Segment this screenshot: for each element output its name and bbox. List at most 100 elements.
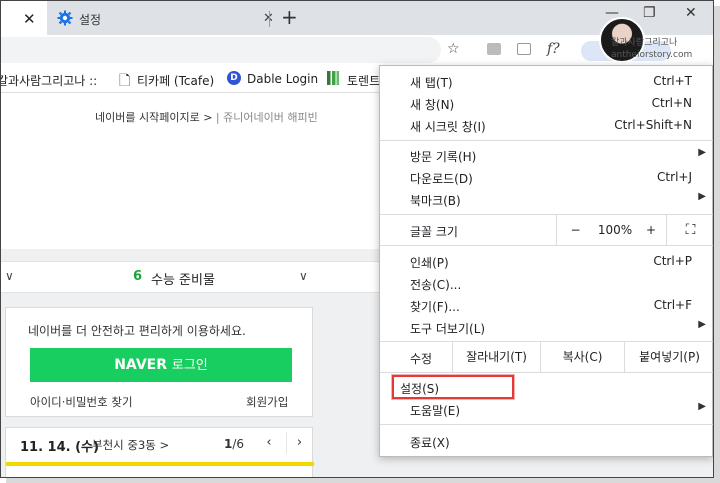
chevron-left-icon[interactable]: ‹ (256, 432, 282, 454)
watermark-line1: 칼과사람그리고나 (611, 38, 678, 48)
zoom-out-button[interactable]: − (556, 215, 594, 245)
weather-location[interactable]: 부천시 중3동 > (92, 437, 169, 453)
close-icon[interactable]: ✕ (23, 10, 36, 28)
menu-item-shortcut: Ctrl+T (653, 74, 692, 88)
menu-item-label: 전송(C)... (410, 278, 462, 292)
zoom-level: 100% (597, 223, 633, 237)
menu-cast[interactable]: 전송(C)... (380, 272, 713, 294)
submenu-arrow-icon: ▶ (698, 401, 706, 412)
menu-history[interactable]: 방문 기록(H) ▶ (380, 144, 713, 166)
menu-new-window[interactable]: 새 창(N) Ctrl+N (380, 92, 713, 114)
menu-settings[interactable]: 설정(S) (380, 376, 713, 398)
new-tab-button[interactable]: + (281, 5, 298, 29)
weather-accent-bar (6, 462, 314, 466)
weather-date: 11. 14. (수) (20, 440, 99, 455)
bookmark-item[interactable]: 칼과사람그리고나 :: (1, 72, 97, 89)
find-id-password-link[interactable]: 아이디·비밀번호 찾기 (30, 394, 133, 410)
menu-item-label: 북마크(B) (410, 194, 461, 208)
menu-new-tab[interactable]: 새 탭(T) Ctrl+T (380, 70, 713, 92)
zoom-label: 글꼴 크기 (410, 225, 458, 239)
menu-item-label: 다운로드(D) (410, 172, 473, 186)
trend-title[interactable]: 수능 준비물 (151, 269, 215, 288)
menu-item-shortcut: Ctrl+J (657, 170, 692, 184)
menu-item-label: 도구 더보기(L) (410, 322, 486, 336)
zoom-in-button[interactable]: + (636, 215, 666, 245)
happybean-link[interactable]: 해피빈 (287, 111, 317, 124)
star-icon[interactable]: ☆ (447, 41, 460, 57)
submenu-arrow-icon: ▶ (698, 191, 706, 202)
menu-print[interactable]: 인쇄(P) Ctrl+P (380, 250, 713, 272)
maximize-icon[interactable]: ❐ (643, 5, 656, 21)
extension-icon[interactable] (487, 43, 501, 55)
junior-naver-link[interactable]: 쥬니어네이버 (223, 111, 284, 124)
fullscreen-icon[interactable]: ⛶ (666, 215, 713, 245)
gear-icon (57, 10, 73, 26)
menu-item-label: 새 창(N) (410, 98, 455, 112)
bookmark-item[interactable]: 토렌트 (347, 72, 380, 89)
menu-downloads[interactable]: 다운로드(D) Ctrl+J (380, 166, 713, 188)
menu-divider (380, 245, 713, 246)
address-bar[interactable] (1, 37, 441, 63)
menu-item-label: 새 시크릿 창(I) (410, 120, 486, 134)
watermark: 칼과사람그리고나 antheiorstory.com (611, 37, 692, 61)
watermark-line2: antheiorstory.com (611, 50, 693, 60)
naver-login-button[interactable]: NAVER 로그인 (30, 348, 292, 382)
chevron-down-icon[interactable]: ∨ (5, 269, 14, 283)
menu-divider (380, 372, 713, 373)
menu-item-shortcut: Ctrl+Shift+N (614, 118, 692, 132)
login-label: 로그인 (171, 358, 208, 373)
menu-item-label: 종료(X) (410, 436, 450, 450)
weather-panel: 11. 14. (수) 부천시 중3동 > 1/6 ‹ › (5, 427, 314, 477)
menu-exit[interactable]: 종료(X) (380, 430, 713, 452)
menu-more-tools[interactable]: 도구 더보기(L) ▶ (380, 316, 713, 338)
menu-find[interactable]: 찾기(F)... Ctrl+F (380, 294, 713, 316)
copy-button[interactable]: 복사(C) (540, 342, 624, 372)
tab-separator (269, 11, 270, 27)
menu-item-shortcut: Ctrl+N (651, 96, 692, 110)
menu-zoom-row: 글꼴 크기 − 100% + ⛶ (380, 215, 713, 245)
submenu-arrow-icon: ▶ (698, 147, 706, 158)
menu-item-shortcut: Ctrl+F (653, 298, 692, 312)
menu-item-label: 새 탭(T) (410, 76, 453, 90)
naver-brand: NAVER (114, 357, 167, 373)
weather-pager: 1/6 (224, 437, 244, 451)
torrent-icon (327, 71, 339, 85)
chrome-menu: 새 탭(T) Ctrl+T 새 창(N) Ctrl+N 새 시크릿 창(I) C… (379, 65, 713, 457)
menu-bookmarks[interactable]: 북마크(B) ▶ (380, 188, 713, 210)
set-homepage-link[interactable]: 네이버를 시작페이지로 > (95, 111, 212, 124)
tab-settings[interactable]: 설정 ✕ (47, 5, 277, 35)
frame-shadow (714, 6, 720, 483)
cut-button[interactable]: 잘라내기(T) (452, 342, 540, 372)
extension-fx-icon[interactable]: f? (547, 41, 560, 57)
trend-rank: 6 (133, 269, 143, 284)
edit-label: 수정 (410, 352, 433, 366)
menu-item-label: 인쇄(P) (410, 256, 449, 270)
signup-link[interactable]: 회원가입 (246, 394, 288, 410)
menu-item-label: 찾기(F)... (410, 300, 460, 314)
login-message: 네이버를 더 안전하고 편리하게 이용하세요. (28, 324, 246, 338)
dable-icon: D (227, 71, 241, 85)
tab-previous[interactable]: ✕ (1, 1, 47, 35)
bookmark-item[interactable]: 티카페 (Tcafe) (137, 72, 214, 89)
menu-item-label: 방문 기록(H) (410, 150, 477, 164)
chevron-right-icon[interactable]: › (286, 432, 312, 454)
browser-window: ✕ 설정 ✕ + — ❐ ✕ (0, 0, 714, 478)
weather-page-total: /6 (232, 437, 245, 451)
document-icon: 🗋 (119, 73, 131, 89)
menu-item-label: 도움말(E) (410, 404, 461, 418)
paste-button[interactable]: 붙여넣기(P) (624, 342, 713, 372)
menu-divider (380, 424, 713, 425)
menu-edit-row: 수정 잘라내기(T) 복사(C) 붙여넣기(P) (380, 342, 713, 372)
menu-new-incognito[interactable]: 새 시크릿 창(I) Ctrl+Shift+N (380, 114, 713, 136)
top-links: 네이버를 시작페이지로 > | 쥬니어네이버 해피빈 (95, 111, 318, 124)
submenu-arrow-icon: ▶ (698, 319, 706, 330)
extension-icon[interactable] (517, 43, 531, 55)
menu-divider (380, 140, 713, 141)
menu-help[interactable]: 도움말(E) ▶ (380, 398, 713, 420)
menu-item-label: 설정(S) (400, 382, 440, 396)
tab-title: 설정 (79, 13, 102, 27)
chevron-down-icon[interactable]: ∨ (299, 269, 308, 283)
bookmark-item[interactable]: Dable Login (247, 72, 318, 86)
window-close-icon[interactable]: ✕ (685, 5, 697, 21)
login-panel: 네이버를 더 안전하고 편리하게 이용하세요. NAVER 로그인 아이디·비밀… (5, 307, 313, 417)
